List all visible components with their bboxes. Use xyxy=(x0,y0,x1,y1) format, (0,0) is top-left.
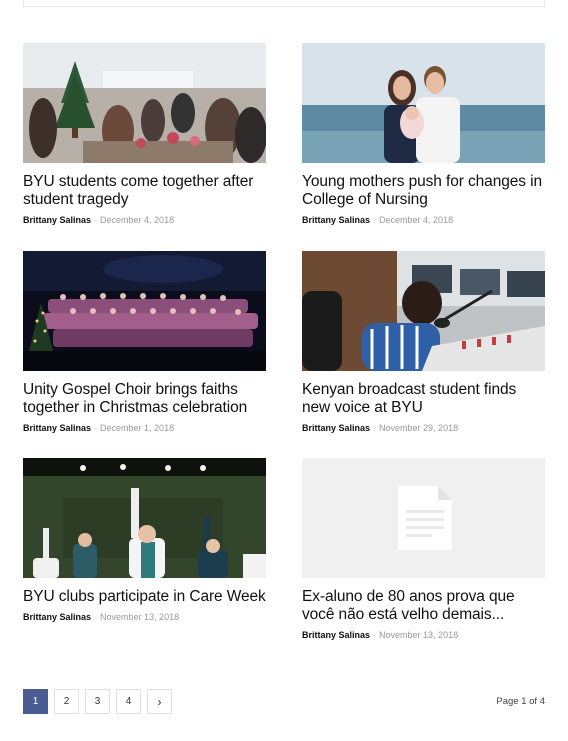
chevron-right-icon: › xyxy=(157,694,162,709)
students-gathering-photo xyxy=(23,43,266,163)
page-button-1[interactable]: 1 xyxy=(23,689,48,714)
article-card: Young mothers push for changes in Colleg… xyxy=(302,43,545,226)
article-thumbnail[interactable] xyxy=(23,458,266,578)
article-card: Unity Gospel Choir brings faiths togethe… xyxy=(23,251,266,434)
article-thumbnail[interactable] xyxy=(23,43,266,163)
meta-separator: - xyxy=(373,630,377,640)
article-author[interactable]: Brittany Salinas xyxy=(302,215,370,225)
article-date: December 1, 2018 xyxy=(100,423,175,433)
page-button-4[interactable]: 4 xyxy=(116,689,141,714)
page-info: Page 1 of 4 xyxy=(496,696,545,707)
article-card: Kenyan broadcast student finds new voice… xyxy=(302,251,545,434)
meta-separator: - xyxy=(94,215,98,225)
article-card: BYU clubs participate in Care Week Britt… xyxy=(23,458,266,623)
article-meta: Brittany Salinas - December 4, 2018 xyxy=(23,215,266,226)
article-meta: Brittany Salinas - November 13, 2018 xyxy=(302,630,545,641)
article-date: November 29, 2018 xyxy=(379,423,459,433)
article-author[interactable]: Brittany Salinas xyxy=(23,612,91,622)
meta-separator: - xyxy=(94,423,98,433)
article-thumbnail[interactable] xyxy=(23,251,266,371)
article-date: December 4, 2018 xyxy=(379,215,454,225)
singers-performance-photo xyxy=(23,458,266,578)
article-author[interactable]: Brittany Salinas xyxy=(23,423,91,433)
article-card: BYU students come together after student… xyxy=(23,43,266,226)
family-beach-photo xyxy=(302,43,545,163)
article-card: Ex-aluno de 80 anos prova que você não e… xyxy=(302,458,545,641)
article-thumbnail[interactable] xyxy=(302,43,545,163)
article-date: November 13, 2018 xyxy=(100,612,180,622)
article-meta: Brittany Salinas - November 29, 2018 xyxy=(302,423,545,434)
article-meta: Brittany Salinas - December 1, 2018 xyxy=(23,423,266,434)
page-button-2[interactable]: 2 xyxy=(54,689,79,714)
article-thumbnail[interactable] xyxy=(302,251,545,371)
choir-concert-photo xyxy=(23,251,266,371)
meta-separator: - xyxy=(94,612,98,622)
next-page-button[interactable]: › xyxy=(147,689,172,714)
article-date: November 13, 2018 xyxy=(379,630,459,640)
article-thumbnail[interactable] xyxy=(302,458,545,578)
pagination: 1 2 3 4 › xyxy=(23,689,172,714)
article-author[interactable]: Brittany Salinas xyxy=(23,215,91,225)
article-date: December 4, 2018 xyxy=(100,215,175,225)
article-meta: Brittany Salinas - November 13, 2018 xyxy=(23,612,266,623)
meta-separator: - xyxy=(373,423,377,433)
article-title[interactable]: Unity Gospel Choir brings faiths togethe… xyxy=(23,381,266,417)
article-title[interactable]: BYU students come together after student… xyxy=(23,173,266,209)
article-meta: Brittany Salinas - December 4, 2018 xyxy=(302,215,545,226)
article-author[interactable]: Brittany Salinas xyxy=(302,423,370,433)
radio-studio-photo xyxy=(302,251,545,371)
page-button-3[interactable]: 3 xyxy=(85,689,110,714)
document-placeholder-icon xyxy=(302,458,545,578)
article-title[interactable]: Young mothers push for changes in Colleg… xyxy=(302,173,545,209)
article-title[interactable]: Ex-aluno de 80 anos prova que você não e… xyxy=(302,588,545,624)
article-author[interactable]: Brittany Salinas xyxy=(302,630,370,640)
meta-separator: - xyxy=(373,215,377,225)
search-box-bottom-edge xyxy=(23,0,545,7)
article-title[interactable]: BYU clubs participate in Care Week xyxy=(23,588,266,606)
article-title[interactable]: Kenyan broadcast student finds new voice… xyxy=(302,381,545,417)
